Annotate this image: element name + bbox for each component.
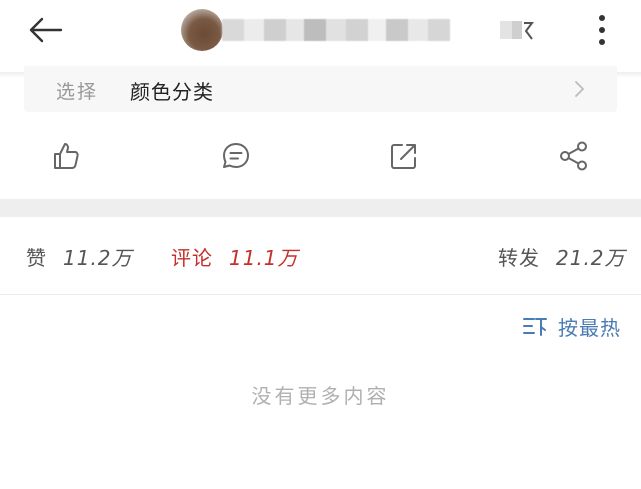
follow-status-blurred[interactable] bbox=[498, 16, 536, 44]
back-arrow-icon bbox=[29, 17, 63, 43]
author-name-blurred[interactable] bbox=[222, 16, 462, 44]
forward-button[interactable] bbox=[384, 136, 424, 176]
thumbs-up-icon bbox=[54, 143, 79, 169]
tab-likes[interactable]: 赞 11.2万 bbox=[26, 242, 133, 271]
more-options-button[interactable] bbox=[586, 10, 618, 50]
tab-reposts[interactable]: 转发 21.2万 bbox=[498, 242, 626, 271]
option-selector-label: 选择 bbox=[56, 81, 99, 103]
sort-by-hot-button[interactable]: 按最热 bbox=[522, 312, 621, 340]
top-header bbox=[0, 0, 641, 74]
comments-count: 11.1万 bbox=[229, 246, 299, 270]
back-button[interactable] bbox=[22, 10, 68, 50]
forward-icon bbox=[391, 144, 416, 169]
likes-count: 11.2万 bbox=[63, 246, 133, 270]
sort-icon bbox=[523, 318, 547, 336]
tab-comments[interactable]: 评论 11.1万 bbox=[171, 242, 299, 271]
chevron-right-icon bbox=[575, 81, 584, 97]
comments-label: 评论 bbox=[171, 246, 213, 270]
option-selector[interactable]: 选择 颜色分类 bbox=[24, 66, 617, 112]
comment-icon bbox=[223, 143, 249, 168]
share-icon bbox=[560, 141, 587, 171]
section-divider bbox=[0, 199, 641, 217]
option-selector-value: 颜色分类 bbox=[130, 80, 214, 104]
sort-label: 按最热 bbox=[558, 315, 621, 340]
reposts-label: 转发 bbox=[498, 246, 540, 270]
more-vertical-icon bbox=[599, 15, 605, 45]
follow-icon bbox=[500, 21, 534, 40]
share-button[interactable] bbox=[554, 136, 594, 176]
action-bar bbox=[0, 128, 641, 186]
reposts-count: 21.2万 bbox=[556, 246, 626, 270]
stats-divider bbox=[0, 294, 641, 295]
likes-label: 赞 bbox=[26, 246, 47, 270]
post-detail-page: 选择 颜色分类 赞 11.2万 评论 11.1万 转发 21.2万 按最热 没有… bbox=[0, 0, 641, 489]
comment-button[interactable] bbox=[216, 136, 256, 176]
author-avatar[interactable] bbox=[181, 9, 223, 51]
stats-tabs: 赞 11.2万 评论 11.1万 转发 21.2万 bbox=[0, 218, 641, 294]
like-button[interactable] bbox=[46, 136, 86, 176]
no-more-content-text: 没有更多内容 bbox=[251, 384, 390, 408]
